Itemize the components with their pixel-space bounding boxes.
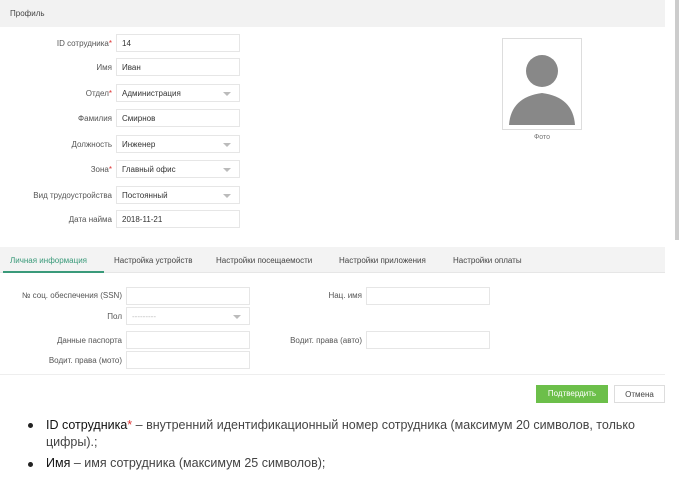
field-select[interactable]: Администрация [116,84,240,102]
field-label-text: Вид трудоустройства [33,191,112,200]
tab-attendance-settings[interactable]: Настройки посещаемости [216,256,312,265]
note-text: – внутренний идентификационный номер сот… [46,418,635,449]
avatar-placeholder-icon [505,41,579,127]
field-value: Инженер [122,140,156,149]
note-term: Имя [46,456,71,470]
confirm-button[interactable]: Подтвердить [536,385,608,403]
gender-label: Пол [107,312,122,321]
field-label: Имя [0,63,112,72]
tab-personal-info[interactable]: Личная информация [10,256,87,265]
gender-value: --------- [132,312,156,321]
note-term: ID сотрудника [46,418,128,432]
field-label-text: ID сотрудника [56,39,109,48]
required-mark: * [108,89,112,98]
moto-license-label: Водит. права (мото) [48,356,122,365]
field-input[interactable]: 2018-11-21 [116,210,240,228]
field-input[interactable]: 14 [116,34,240,52]
tab-device-settings[interactable]: Настройка устройств [114,256,192,265]
field-label-text: Дата найма [68,215,112,224]
nat-name-label: Нац. имя [328,291,362,300]
field-select[interactable]: Главный офис [116,160,240,178]
passport-input[interactable] [126,331,250,349]
field-label-text: Отдел [85,89,109,98]
tab-bar: Личная информация Настройка устройств На… [0,247,665,273]
bullet-icon [28,462,33,467]
field-label: Отдел* [0,89,112,98]
profile-title: Профиль [10,9,45,18]
photo-box[interactable] [502,38,582,130]
field-label: ID сотрудника* [0,39,112,48]
field-value: Главный офис [122,165,176,174]
note-text: – имя сотрудника (максимум 25 символов); [70,456,326,470]
note-item: Имя – имя сотрудника (максимум 25 символ… [46,455,666,472]
tab-app-settings[interactable]: Настройки приложения [339,256,426,265]
field-label: Дата найма [0,215,112,224]
active-tab-indicator [3,271,104,273]
field-label: Фамилия [0,114,112,123]
photo-label: Фото [533,134,551,141]
profile-header: Профиль [0,0,665,27]
passport-label: Данные паспорта [57,336,122,345]
divider [0,374,665,375]
field-label-text: Фамилия [78,114,112,123]
field-label-text: Должность [71,140,113,149]
moto-license-input[interactable] [126,351,250,369]
field-value: Постоянный [122,191,168,200]
field-select[interactable]: Инженер [116,135,240,153]
field-input[interactable]: Иван [116,58,240,76]
car-license-label: Водит. права (авто) [290,336,362,345]
field-label-text: Зона [90,165,109,174]
field-label: Зона* [0,165,112,174]
required-mark: * [108,165,112,174]
field-value: Иван [122,63,141,72]
cancel-button[interactable]: Отмена [614,385,665,403]
nat-name-input[interactable] [366,287,490,305]
field-label-text: Имя [96,63,112,72]
gender-select[interactable]: --------- [126,307,250,325]
scrollbar[interactable] [675,0,679,240]
bullet-icon [28,423,33,428]
field-label: Должность [0,140,113,149]
field-label: Вид трудоустройства [0,191,112,200]
ssn-input[interactable] [126,287,250,305]
field-select[interactable]: Постоянный [116,186,240,204]
field-value: Администрация [122,89,181,98]
note-item: ID сотрудника* – внутренний идентификаци… [46,417,666,451]
field-value: 14 [122,39,131,48]
ssn-label: № соц. обеспечения (SSN) [21,291,122,300]
field-value: Смирнов [122,114,156,123]
tab-payment-settings[interactable]: Настройки оплаты [453,256,522,265]
required-mark: * [108,39,112,48]
field-input[interactable]: Смирнов [116,109,240,127]
field-value: 2018-11-21 [122,215,163,224]
car-license-input[interactable] [366,331,490,349]
